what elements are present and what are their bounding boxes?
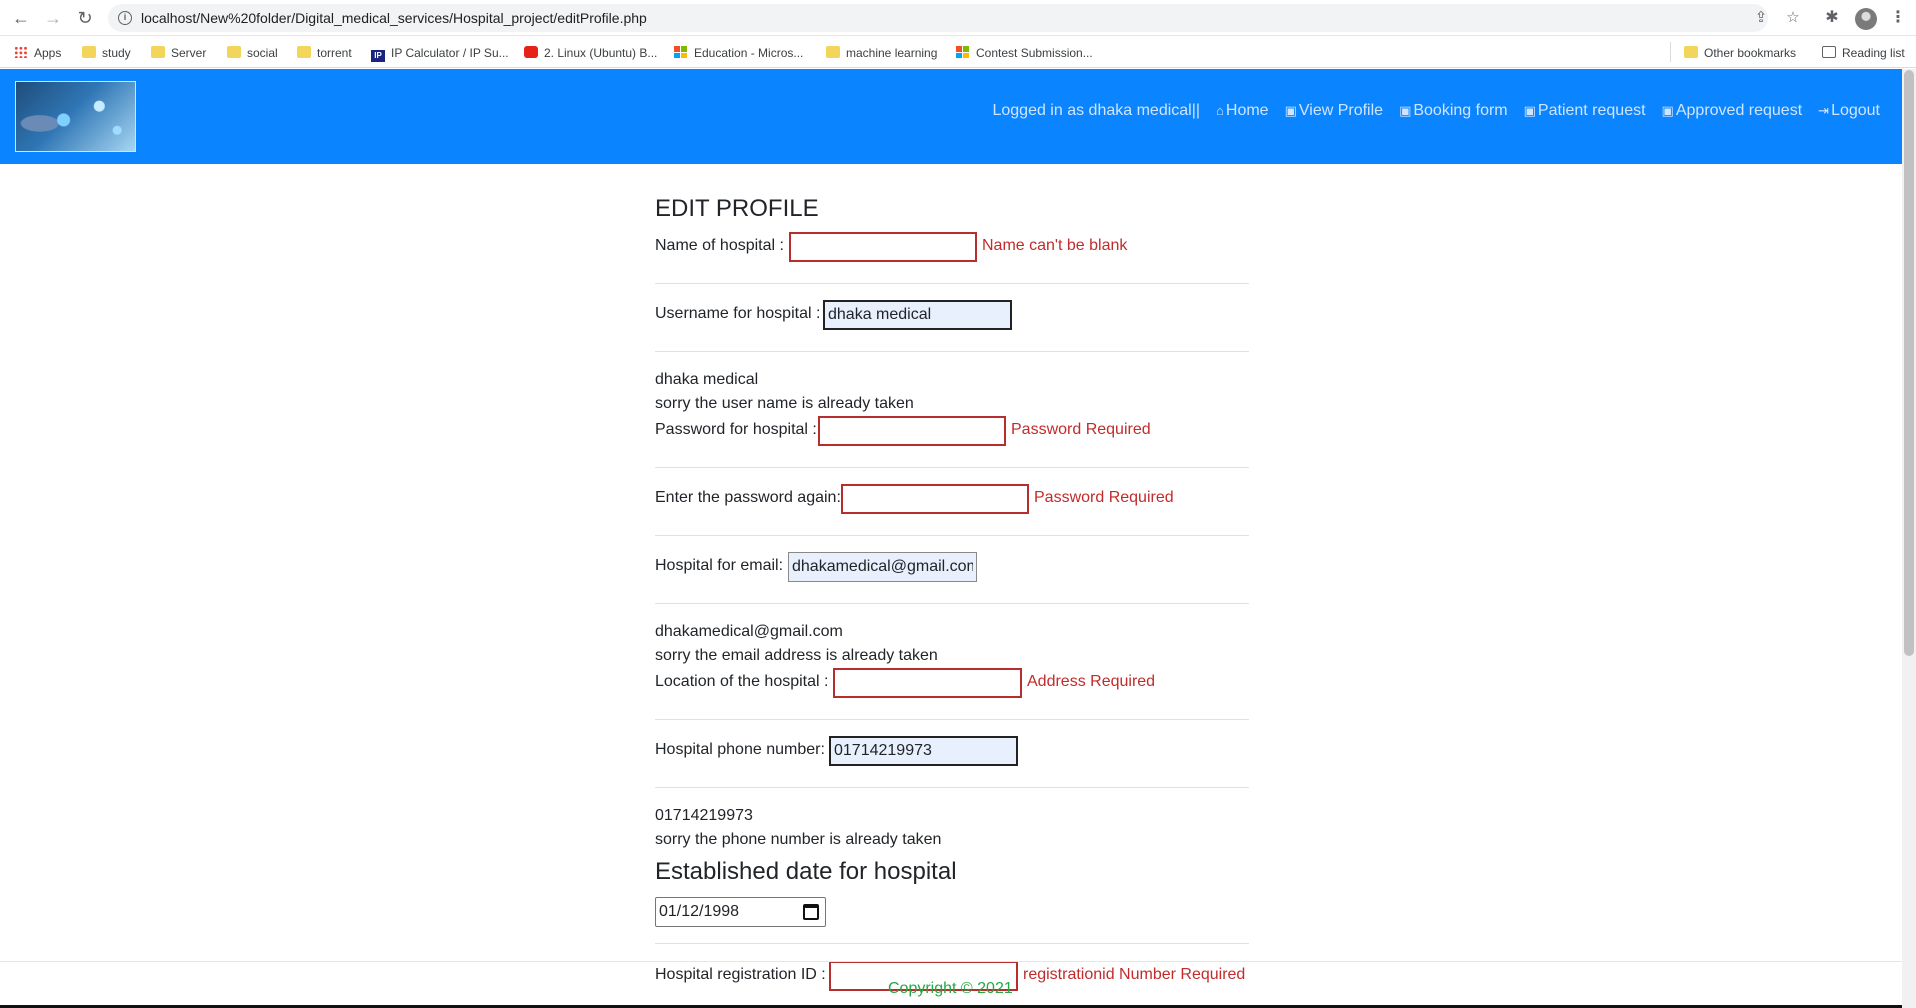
phone-echo: 01714219973 — [655, 807, 753, 824]
name-error: Name can't be blank — [982, 237, 1128, 254]
calendar-icon[interactable] — [803, 904, 819, 920]
email-echo: dhakamedical@gmail.com — [655, 623, 843, 640]
profile-avatar[interactable] — [1855, 8, 1877, 30]
site-navbar: Logged in as dhaka medical|| ⌂ Home ▣ View… — [0, 69, 1902, 164]
nav-view-profile[interactable]: ▣ View Profile — [1285, 102, 1383, 120]
nav-approved-request[interactable]: ▣ Approved request — [1662, 102, 1803, 120]
username-label: Username for hospital : — [655, 305, 821, 322]
id-card-icon: ▣ — [1661, 103, 1674, 118]
nav-logout[interactable]: ⇥ Logout — [1818, 102, 1880, 120]
browser-menu-icon[interactable]: ⋮ — [1890, 8, 1906, 28]
confirm-password-label: Enter the password again: — [655, 489, 841, 506]
divider — [655, 787, 1249, 788]
established-date-heading: Established date for hospital — [655, 858, 957, 885]
phone-taken-message: sorry the phone number is already taken — [655, 831, 942, 848]
divider — [655, 603, 1249, 604]
bookmark-server[interactable]: Server — [151, 44, 206, 62]
bookmark-star-icon[interactable]: ☆ — [1784, 9, 1802, 27]
password-label: Password for hospital : — [655, 421, 817, 438]
divider — [655, 719, 1249, 720]
location-error: Address Required — [1027, 673, 1156, 690]
scrollbar-thumb[interactable] — [1904, 70, 1914, 656]
logout-icon: ⇥ — [1818, 103, 1830, 118]
apps-grid-icon — [14, 46, 28, 58]
id-card-icon: ▣ — [1399, 103, 1412, 118]
name-label: Name of hospital : — [655, 237, 784, 254]
folder-icon — [227, 46, 241, 58]
registration-id-label: Hospital registration ID : — [655, 966, 826, 983]
email-input[interactable] — [788, 552, 977, 582]
email-taken-message: sorry the email address is already taken — [655, 647, 938, 664]
reading-list-icon — [1822, 46, 1836, 58]
divider — [655, 943, 1249, 944]
phone-label: Hospital phone number: — [655, 741, 825, 758]
folder-icon — [826, 46, 840, 58]
bookmark-study[interactable]: study — [82, 44, 131, 62]
confirm-password-input[interactable] — [841, 484, 1029, 514]
other-bookmarks[interactable]: Other bookmarks — [1684, 44, 1796, 62]
folder-icon — [1684, 46, 1698, 58]
youtube-icon — [524, 46, 538, 58]
nav-home[interactable]: ⌂ Home — [1216, 102, 1269, 120]
page-title: EDIT PROFILE — [655, 195, 819, 222]
site-info-icon[interactable]: i — [118, 11, 132, 25]
password-input[interactable] — [818, 416, 1006, 446]
established-date-input[interactable]: 01/12/1998 — [655, 897, 826, 927]
divider — [655, 467, 1249, 468]
established-date-value: 01/12/1998 — [659, 903, 740, 920]
username-echo: dhaka medical — [655, 371, 759, 388]
bookmark-education-microsoft[interactable]: Education - Micros... — [674, 44, 803, 62]
folder-icon — [297, 46, 311, 58]
logged-in-text: Logged in as dhaka medical|| — [992, 102, 1201, 119]
forward-arrow-icon[interactable]: → — [42, 7, 64, 29]
bookmark-contest-submission[interactable]: Contest Submission... — [956, 44, 1093, 62]
folder-icon — [82, 46, 96, 58]
nav-links: Logged in as dhaka medical|| ⌂ Home ▣ View… — [992, 102, 1880, 120]
bookmark-apps[interactable]: Apps — [14, 44, 61, 62]
extensions-puzzle-icon[interactable]: ✱ — [1822, 8, 1842, 28]
username-input[interactable] — [823, 300, 1012, 330]
hospital-name-input[interactable] — [789, 232, 977, 262]
divider — [655, 283, 1249, 284]
bookmark-linux-ubuntu[interactable]: 2. Linux (Ubuntu) B... — [524, 44, 657, 62]
ip-icon: IP — [371, 50, 385, 62]
microsoft-icon — [674, 46, 688, 58]
confirm-password-error: Password Required — [1034, 489, 1174, 506]
browser-toolbar: ← → ↻ i localhost/New%20folder/Digital_m… — [0, 0, 1916, 36]
location-input[interactable] — [833, 668, 1022, 698]
email-label: Hospital for email: — [655, 557, 784, 574]
divider — [655, 535, 1249, 536]
reading-list[interactable]: Reading list — [1822, 44, 1905, 62]
back-arrow-icon[interactable]: ← — [10, 7, 32, 29]
nav-patient-request[interactable]: ▣ Patient request — [1524, 102, 1646, 120]
hospital-logo[interactable] — [15, 81, 136, 152]
bookmark-torrent[interactable]: torrent — [297, 44, 352, 62]
password-error: Password Required — [1011, 421, 1151, 438]
username-taken-message: sorry the user name is already taken — [655, 395, 914, 412]
location-label: Location of the hospital : — [655, 673, 829, 690]
share-icon[interactable]: ⇪ — [1752, 9, 1770, 27]
bookmarks-divider — [1670, 42, 1671, 62]
id-card-icon: ▣ — [1284, 103, 1297, 118]
folder-icon — [151, 46, 165, 58]
bookmarks-bar: Apps study Server social torrent IP IP Ca… — [0, 36, 1916, 68]
divider — [655, 351, 1249, 352]
copyright-text: Copyright © 2021 — [888, 980, 1013, 997]
nav-booking-form[interactable]: ▣ Booking form — [1399, 102, 1508, 120]
footer-divider — [0, 961, 1902, 962]
home-icon: ⌂ — [1216, 103, 1224, 118]
microsoft-icon — [956, 46, 970, 58]
bookmark-machine-learning[interactable]: machine learning — [826, 44, 937, 62]
reload-icon[interactable]: ↻ — [74, 7, 96, 29]
id-card-icon: ▣ — [1523, 103, 1536, 118]
bookmark-ip-calculator[interactable]: IP IP Calculator / IP Su... — [371, 44, 509, 62]
bookmark-social[interactable]: social — [227, 44, 278, 62]
registration-id-error: registrationid Number Required — [1023, 966, 1246, 983]
url-text[interactable]: localhost/New%20folder/Digital_medical_s… — [141, 10, 647, 26]
phone-input[interactable] — [829, 736, 1018, 766]
